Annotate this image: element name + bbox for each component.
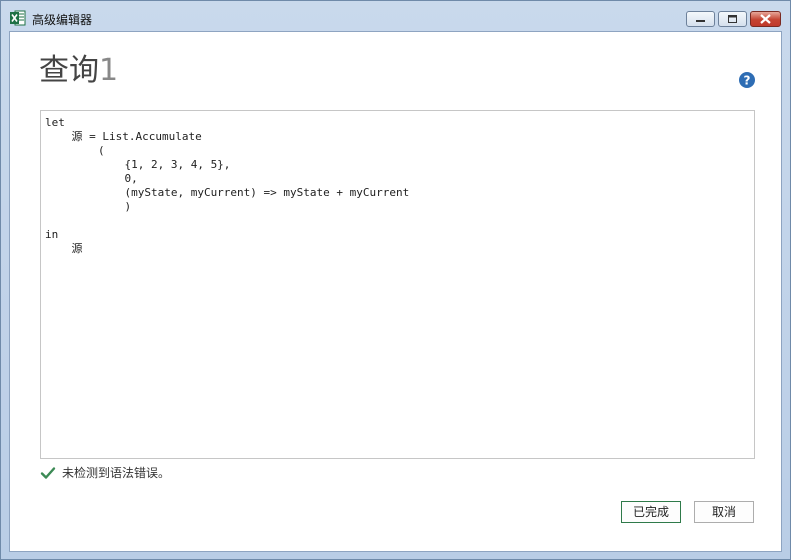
restore-icon bbox=[728, 15, 737, 23]
query-title-main: 查询 bbox=[39, 53, 99, 88]
svg-text:?: ? bbox=[744, 74, 751, 88]
excel-icon bbox=[10, 10, 26, 26]
close-icon bbox=[760, 14, 771, 24]
code-editor[interactable]: let 源 = List.Accumulate ( {1, 2, 3, 4, 5… bbox=[40, 110, 755, 459]
query-title-number: 1 bbox=[99, 53, 119, 88]
code-text[interactable]: let 源 = List.Accumulate ( {1, 2, 3, 4, 5… bbox=[41, 111, 754, 256]
title-bar[interactable]: 高级编辑器 bbox=[1, 1, 790, 31]
syntax-status-text: 未检测到语法错误。 bbox=[62, 466, 171, 480]
minimize-button[interactable] bbox=[686, 11, 715, 27]
minimize-icon bbox=[696, 20, 705, 22]
close-button[interactable] bbox=[750, 11, 781, 27]
done-button[interactable]: 已完成 bbox=[621, 501, 681, 523]
query-title: 查询1 bbox=[39, 52, 118, 90]
advanced-editor-window: 高级编辑器 查询1 ? let 源 = List.Accumulate ({1… bbox=[0, 0, 791, 560]
maximize-button[interactable] bbox=[718, 11, 747, 27]
window-title: 高级编辑器 bbox=[32, 13, 93, 27]
check-icon bbox=[40, 465, 56, 481]
editor-dialog-body: 查询1 ? let 源 = List.Accumulate ( {1, 2, 3… bbox=[9, 31, 782, 552]
help-icon[interactable]: ? bbox=[738, 71, 756, 89]
cancel-button[interactable]: 取消 bbox=[694, 501, 754, 523]
